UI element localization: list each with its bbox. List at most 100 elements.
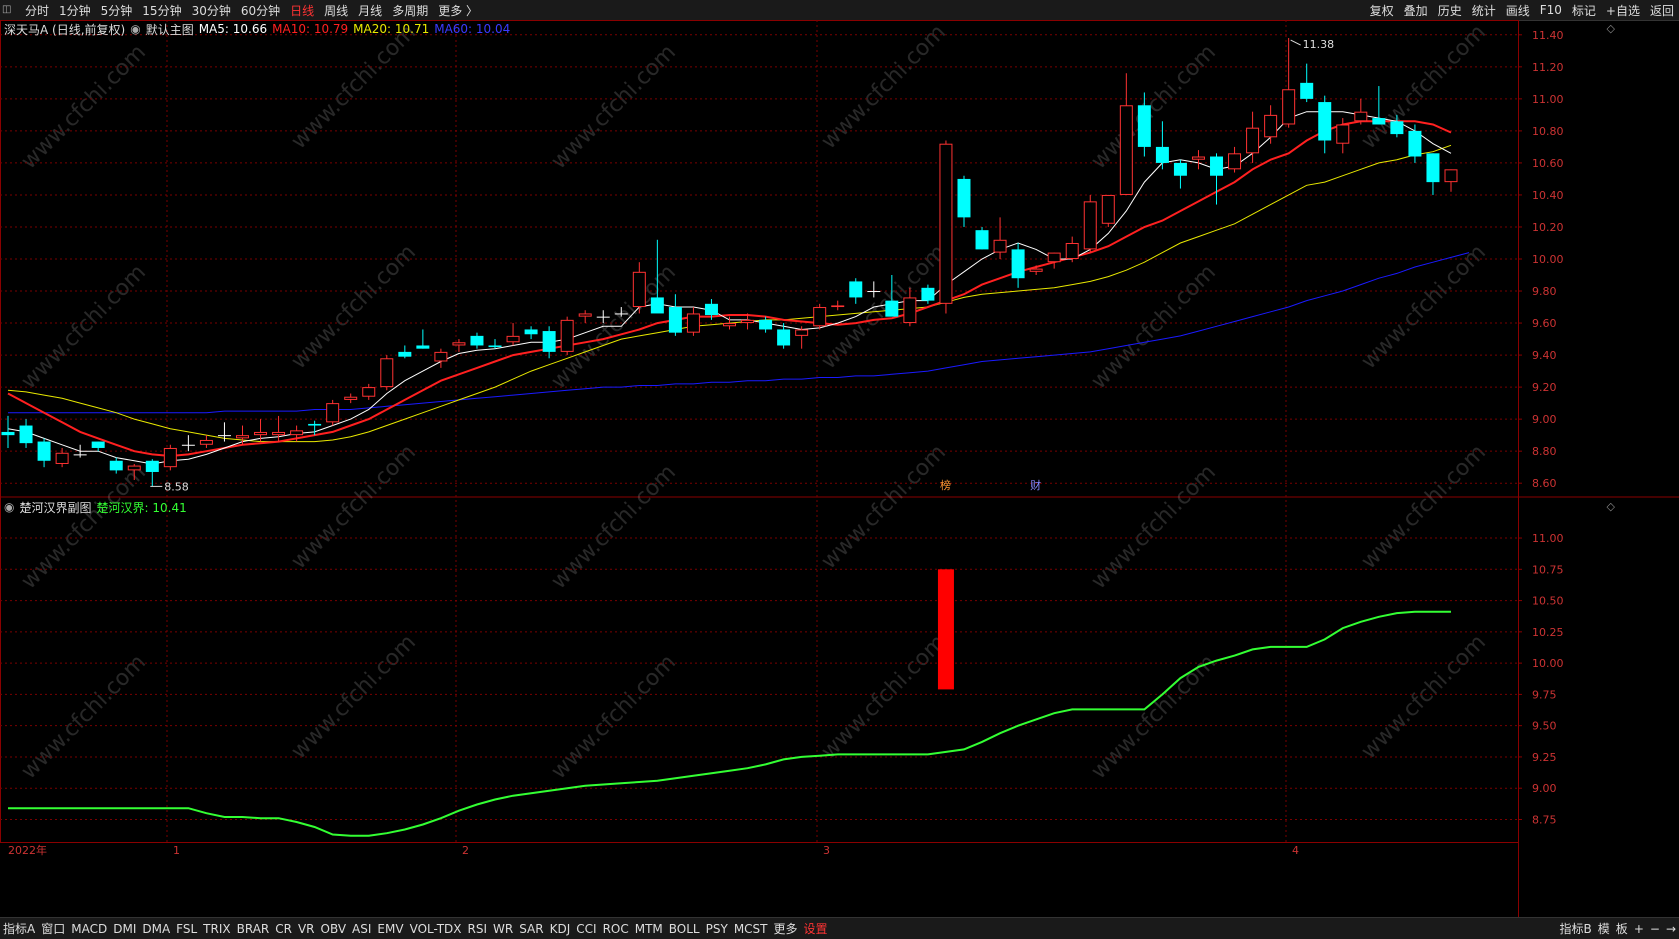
period-tab-4[interactable]: 30分钟 [187, 2, 236, 19]
period-tab-1[interactable]: 1分钟 [54, 2, 96, 19]
indicator-right-button-0[interactable]: 指标B [1557, 920, 1595, 937]
toolbar-button-6[interactable]: 标记 [1567, 2, 1601, 19]
candle-body [199, 439, 213, 445]
candle [813, 303, 827, 330]
indicator-tab-rsi-14[interactable]: RSI [465, 922, 491, 936]
ma5-label: MA5: 10.66 [198, 22, 268, 36]
sub-y-tick-label: 8.75 [1532, 813, 1557, 826]
period-tab-2[interactable]: 5分钟 [96, 2, 138, 19]
indicator-tab-item-24[interactable]: 更多 [771, 920, 801, 937]
toolbar-button-2[interactable]: 历史 [1433, 2, 1467, 19]
indicator-right-button-2[interactable]: 板 [1613, 920, 1631, 937]
candle [524, 326, 538, 340]
toolbar-button-1[interactable]: 叠加 [1399, 2, 1433, 19]
indicator-right-button-3[interactable]: + [1631, 922, 1647, 936]
indicator-tab-vr-9[interactable]: VR [295, 922, 318, 936]
indicator-tab-trix-6[interactable]: TRIX [200, 922, 233, 936]
indicator-tab-dma-4[interactable]: DMA [139, 922, 173, 936]
indicator-tab-asi-11[interactable]: ASI [349, 922, 374, 936]
candle [578, 310, 592, 324]
toolbar-button-3[interactable]: 统计 [1467, 2, 1501, 19]
period-tab-0[interactable]: 分时 [20, 2, 54, 19]
candle-body [127, 465, 141, 471]
candle [326, 399, 340, 426]
period-tab-9[interactable]: 多周期 [387, 2, 433, 19]
toolbar-button-0[interactable]: 复权 [1365, 2, 1399, 19]
indicator-tab-psy-22[interactable]: PSY [703, 922, 731, 936]
indicator-tab-a-0[interactable]: 指标A [0, 920, 38, 937]
watermark-text: www.cfchi.com [1357, 440, 1491, 574]
ma20-line [7, 144, 1452, 443]
indicator-right-button-1[interactable]: 模 [1595, 920, 1613, 937]
indicator-right-button-4[interactable]: − [1647, 922, 1663, 936]
y-tick-label: 10.80 [1532, 125, 1564, 138]
high-pointer [1290, 39, 1301, 46]
indicator-tab-cr-8[interactable]: CR [272, 922, 295, 936]
candle [542, 326, 556, 359]
y-tick-label: 10.20 [1532, 221, 1564, 234]
indicator-tab-fsl-5[interactable]: FSL [173, 922, 200, 936]
candle-body [380, 358, 394, 388]
candle [1065, 236, 1079, 263]
indicator-tab-wr-15[interactable]: WR [490, 922, 516, 936]
y-tick-label: 9.40 [1532, 349, 1557, 362]
stock-name[interactable]: 深天马A (日线,前复权) [4, 21, 125, 38]
candle [362, 383, 376, 400]
indicator-tab-boll-21[interactable]: BOLL [666, 922, 703, 936]
indicator-tab-obv-10[interactable]: OBV [318, 922, 350, 936]
candle-body [416, 345, 430, 349]
diamond-icon[interactable]: ◇ [1607, 22, 1615, 35]
toolbar-button-5[interactable]: F10 [1535, 3, 1567, 17]
collapse-icon[interactable]: ◉ [130, 22, 140, 36]
sub-chart-name[interactable]: 楚河汉界副图 [19, 499, 91, 516]
watermark-text: www.cfchi.com [17, 650, 151, 784]
indicator-tab-dmi-3[interactable]: DMI [110, 922, 139, 936]
indicator-tab-emv-12[interactable]: EMV [374, 922, 406, 936]
candle-body [741, 319, 755, 324]
indicator-tab-macd-2[interactable]: MACD [68, 922, 110, 936]
template-name[interactable]: 默认主图 [146, 21, 194, 38]
plot-frame [0, 20, 1519, 843]
indicator-bar: 指标A 窗口 MACD DMI DMA FSL TRIX BRAR CR VR OBV ASI EMV V… [0, 917, 1679, 939]
watermark-text: www.cfchi.com [17, 260, 151, 394]
diamond-icon[interactable]: ◇ [1607, 500, 1615, 513]
candle-body [668, 307, 682, 333]
indicator-right-button-5[interactable]: → [1663, 922, 1679, 936]
toolbar-button-4[interactable]: 画线 [1501, 2, 1535, 19]
candle-body [1011, 249, 1025, 279]
menu-icon[interactable]: ◫ [2, 4, 16, 16]
indicator-tab-vol-tdx-13[interactable]: VOL-TDX [407, 922, 465, 936]
period-tab-3[interactable]: 15分钟 [137, 2, 186, 19]
period-tab-5[interactable]: 60分钟 [236, 2, 285, 19]
collapse-icon[interactable]: ◉ [4, 500, 14, 514]
period-tab-6[interactable]: 日线 [285, 2, 319, 19]
indicator-tab-brar-7[interactable]: BRAR [234, 922, 273, 936]
candle [1372, 86, 1386, 125]
toolbar-button-8[interactable]: 返回 [1645, 2, 1679, 19]
indicator-tab-sar-16[interactable]: SAR [516, 922, 546, 936]
kline-chart[interactable]: www.cfchi.com www.cfchi.com www.cfchi.com w… [0, 20, 1679, 917]
candle-body [1065, 242, 1079, 259]
sub-y-tick-label: 9.25 [1532, 751, 1557, 764]
indicator-tab-mtm-20[interactable]: MTM [632, 922, 666, 936]
toolbar-button-7[interactable]: +自选 [1601, 2, 1645, 19]
candle [957, 175, 971, 227]
indicator-tab-item-25[interactable]: 设置 [801, 920, 831, 937]
candle-body [181, 444, 195, 446]
indicator-tab-cci-18[interactable]: CCI [573, 922, 599, 936]
period-tab-10[interactable]: 更多 〉 [433, 2, 483, 19]
indicator-tab-roc-19[interactable]: ROC [600, 922, 632, 936]
watermark-text: www.cfchi.com [1357, 20, 1491, 154]
candle-body [795, 329, 809, 336]
period-tab-8[interactable]: 月线 [353, 2, 387, 19]
candle [181, 435, 195, 452]
indicator-tab-item-1[interactable]: 窗口 [38, 920, 68, 937]
indicator-tab-mcst-23[interactable]: MCST [731, 922, 771, 936]
indicator-tab-kdj-17[interactable]: KDJ [547, 922, 574, 936]
high-label: 11.38 [1303, 38, 1335, 51]
candle-body [1119, 105, 1133, 195]
candle-body [272, 431, 286, 436]
chart-area[interactable]: www.cfchi.com www.cfchi.com www.cfchi.com w… [0, 20, 1679, 937]
period-tab-7[interactable]: 周线 [319, 2, 353, 19]
candle-body [19, 425, 33, 444]
